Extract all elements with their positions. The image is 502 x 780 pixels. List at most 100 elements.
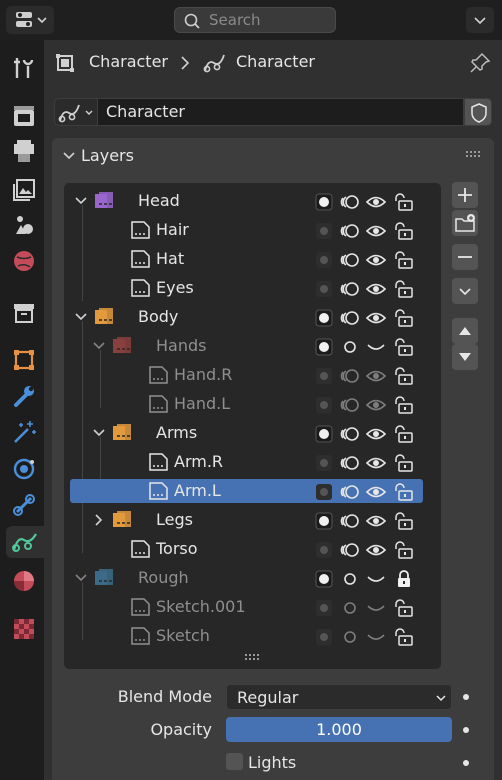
onion-skin-icon[interactable] — [339, 511, 361, 531]
use-lights-toggle[interactable] — [314, 569, 334, 589]
onion-skin-icon[interactable] — [339, 482, 361, 502]
unlock-icon[interactable] — [393, 221, 415, 241]
onion-skin-icon[interactable] — [339, 250, 361, 270]
eye-icon[interactable] — [365, 279, 387, 299]
onion-skin-icon[interactable] — [339, 424, 361, 444]
layer-row[interactable]: Hat — [64, 245, 441, 274]
onion-skin-icon[interactable] — [339, 337, 361, 357]
unlock-icon[interactable] — [393, 366, 415, 386]
use-lights-toggle[interactable] — [314, 395, 334, 415]
unlock-icon[interactable] — [393, 279, 415, 299]
search-input[interactable]: Search — [174, 7, 336, 33]
onion-skin-icon[interactable] — [339, 453, 361, 473]
unlock-icon[interactable] — [393, 250, 415, 270]
tab-material[interactable] — [8, 564, 40, 596]
layer-group-row[interactable]: Legs — [64, 506, 441, 535]
chevron-down-icon[interactable] — [74, 310, 88, 324]
layer-row[interactable]: Arm.L — [64, 477, 441, 506]
tab-object[interactable] — [8, 344, 40, 376]
keyframe-dot[interactable] — [463, 694, 469, 700]
layer-group-row[interactable]: Rough — [64, 564, 441, 593]
tab-tool[interactable] — [8, 52, 40, 84]
layer-row[interactable]: Sketch.001 — [64, 593, 441, 622]
hidden-eye-icon[interactable] — [365, 598, 387, 618]
onion-skin-icon[interactable] — [339, 192, 361, 212]
use-lights-toggle[interactable] — [314, 337, 334, 357]
onion-skin-icon[interactable] — [339, 540, 361, 560]
unlock-icon[interactable] — [393, 627, 415, 647]
eye-icon[interactable] — [365, 366, 387, 386]
resize-grip-icon[interactable] — [244, 653, 262, 661]
layer-row[interactable]: Eyes — [64, 274, 441, 303]
onion-skin-icon[interactable] — [339, 598, 361, 618]
unlock-icon[interactable] — [393, 424, 415, 444]
use-lights-toggle[interactable] — [314, 482, 334, 502]
eye-icon[interactable] — [365, 453, 387, 473]
layers-panel-header[interactable]: Layers — [52, 138, 494, 174]
use-lights-toggle[interactable] — [314, 192, 334, 212]
unlock-icon[interactable] — [393, 337, 415, 357]
options-dropdown[interactable] — [466, 7, 494, 33]
tab-view-layer[interactable] — [8, 172, 40, 204]
layer-row[interactable]: Hand.L — [64, 390, 441, 419]
layer-specials-menu[interactable] — [452, 278, 478, 304]
move-layer-up-button[interactable] — [452, 318, 478, 344]
chevron-down-icon[interactable] — [74, 571, 88, 585]
fake-user-button[interactable] — [464, 98, 492, 126]
use-lights-toggle[interactable] — [314, 366, 334, 386]
drag-handle-icon[interactable] — [466, 150, 482, 160]
onion-skin-icon[interactable] — [339, 308, 361, 328]
onion-skin-icon[interactable] — [339, 395, 361, 415]
unlock-icon[interactable] — [393, 453, 415, 473]
tab-scene[interactable] — [8, 208, 40, 240]
unlock-icon[interactable] — [393, 598, 415, 618]
use-lights-toggle[interactable] — [314, 308, 334, 328]
use-lights-toggle[interactable] — [314, 627, 334, 647]
chevron-right-icon[interactable] — [92, 513, 106, 527]
eye-icon[interactable] — [365, 395, 387, 415]
unlock-icon[interactable] — [393, 482, 415, 502]
unlock-icon[interactable] — [393, 308, 415, 328]
eye-icon[interactable] — [365, 540, 387, 560]
eye-icon[interactable] — [365, 511, 387, 531]
eye-icon[interactable] — [365, 424, 387, 444]
use-lights-toggle[interactable] — [314, 540, 334, 560]
add-layer-group-button[interactable] — [452, 210, 478, 236]
eye-icon[interactable] — [365, 308, 387, 328]
layer-row[interactable]: Hair — [64, 216, 441, 245]
chevron-down-icon[interactable] — [92, 426, 106, 440]
eye-icon[interactable] — [365, 192, 387, 212]
move-layer-down-button[interactable] — [452, 344, 478, 370]
pin-icon[interactable] — [468, 51, 492, 75]
use-lights-toggle[interactable] — [314, 279, 334, 299]
use-lights-toggle[interactable] — [314, 424, 334, 444]
unlock-icon[interactable] — [393, 511, 415, 531]
unlock-icon[interactable] — [393, 395, 415, 415]
onion-skin-icon[interactable] — [339, 366, 361, 386]
lights-checkbox[interactable] — [226, 753, 243, 770]
tab-render[interactable] — [8, 100, 40, 132]
lock-icon[interactable] — [393, 569, 415, 589]
layer-group-row[interactable]: Arms — [64, 419, 441, 448]
datablock-name-field[interactable]: Character — [98, 98, 464, 126]
layer-row[interactable]: Arm.R — [64, 448, 441, 477]
layer-group-row[interactable]: Body — [64, 303, 441, 332]
layer-row[interactable]: Hand.R — [64, 361, 441, 390]
onion-skin-icon[interactable] — [339, 569, 361, 589]
unlock-icon[interactable] — [393, 540, 415, 560]
tab-collection[interactable] — [8, 296, 40, 328]
keyframe-dot[interactable] — [463, 760, 469, 766]
hidden-eye-icon[interactable] — [365, 569, 387, 589]
blend-mode-select[interactable]: Regular — [226, 684, 452, 710]
use-lights-toggle[interactable] — [314, 250, 334, 270]
use-lights-toggle[interactable] — [314, 511, 334, 531]
editor-type-button[interactable] — [6, 6, 54, 34]
layer-row[interactable]: Torso — [64, 535, 441, 564]
chevron-down-icon[interactable] — [74, 194, 88, 208]
onion-skin-icon[interactable] — [339, 221, 361, 241]
tab-constraints[interactable] — [8, 488, 40, 520]
use-lights-toggle[interactable] — [314, 221, 334, 241]
keyframe-dot[interactable] — [463, 727, 469, 733]
remove-layer-button[interactable] — [452, 244, 478, 270]
eye-icon[interactable] — [365, 250, 387, 270]
